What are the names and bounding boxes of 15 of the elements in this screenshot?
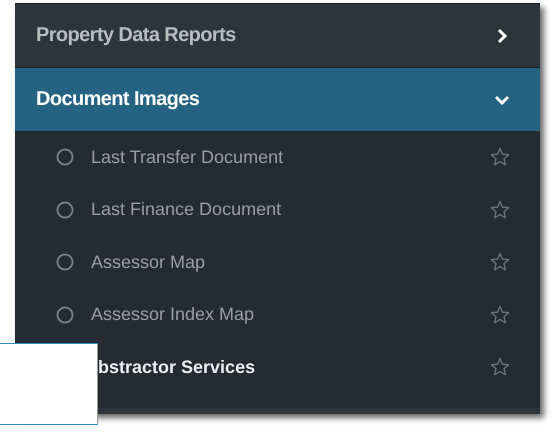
star-icon[interactable] [490,147,510,168]
menu-item[interactable]: Assessor Map [91,252,490,273]
menu-item[interactable]: Last Transfer Document [91,146,490,168]
star-icon[interactable] [490,304,510,325]
radio-button[interactable] [56,306,74,324]
menu-section[interactable]: Property Data Reports [15,3,540,67]
star-icon[interactable] [490,357,510,378]
star-icon[interactable] [490,200,510,220]
menu-section[interactable]: Document Images [15,67,540,131]
star-icon[interactable] [490,252,510,272]
radio-button[interactable] [56,148,74,166]
radio-button[interactable] [56,253,74,272]
radio-button[interactable] [56,200,74,219]
menu-item[interactable]: Assessor Index Map [91,304,490,326]
menu-item[interactable]: Last Finance Document [91,199,490,220]
